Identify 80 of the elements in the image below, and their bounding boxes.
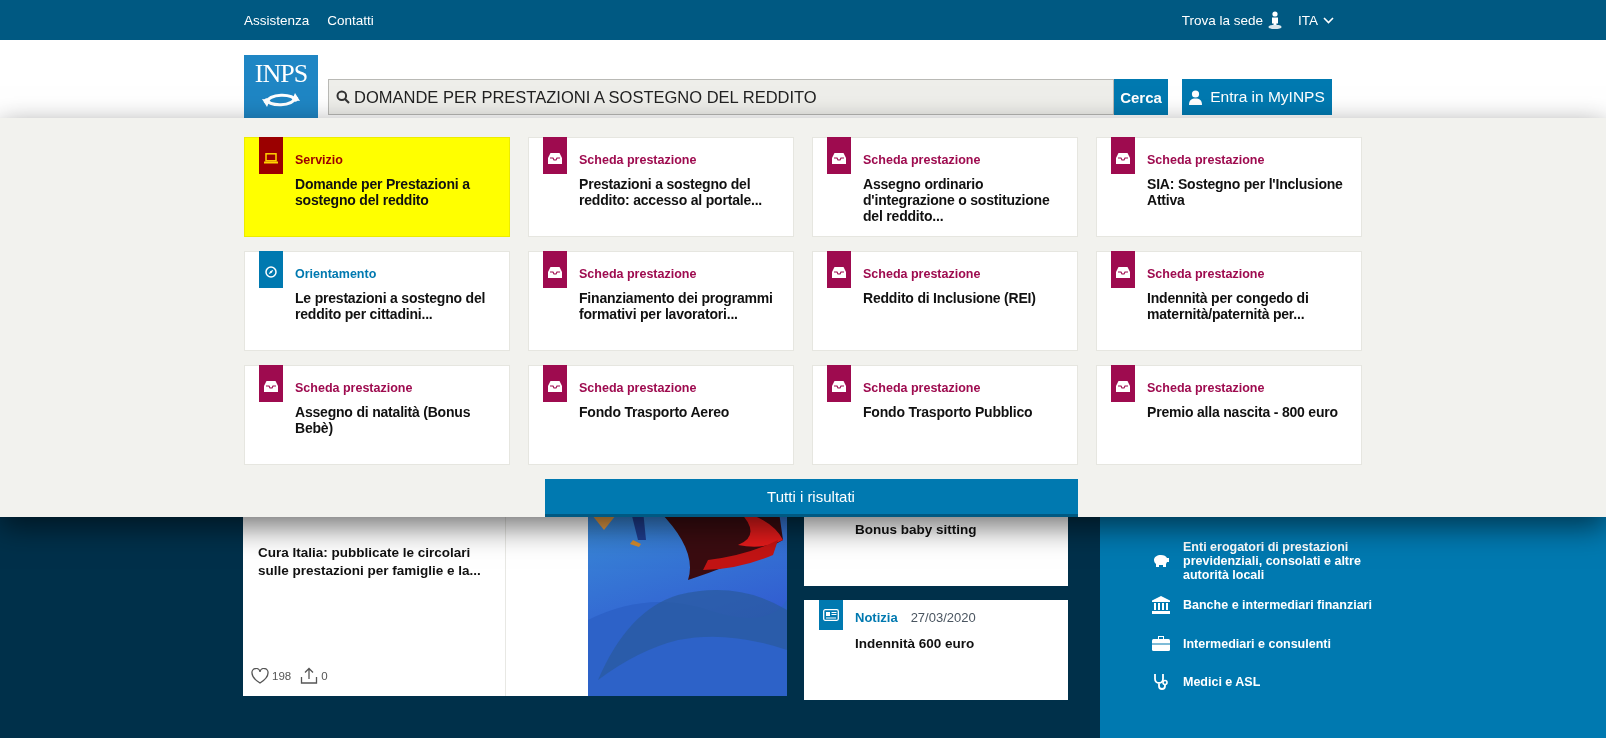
result-category: Scheda prestazione — [1147, 267, 1266, 281]
news-date: 27/03/2020 — [910, 610, 976, 625]
result-card[interactable]: Scheda prestazione Indennità per congedo di maternità/paternità per... — [1096, 251, 1362, 351]
tray-icon — [827, 251, 851, 288]
result-category: Scheda prestazione — [579, 153, 698, 167]
tray-icon — [827, 137, 851, 174]
all-results-button[interactable]: Tutti i risultati — [544, 479, 1078, 517]
result-title: Indennità per congedo di maternità/paternità per... — [1147, 290, 1310, 322]
piggy-bank-icon — [1151, 554, 1171, 568]
result-category: Scheda prestazione — [579, 267, 698, 281]
office-locator-link[interactable]: Trova la sede — [1181, 11, 1282, 29]
result-title: Fondo Trasporto Aereo — [579, 404, 730, 420]
tray-icon — [543, 365, 567, 402]
inps-logo[interactable]: INPS — [244, 55, 318, 118]
news-category: Notizia — [855, 610, 898, 625]
result-title: Finanziamento dei programmi formativi per lavoratori... — [579, 290, 774, 322]
result-card[interactable]: Scheda prestazione Fondo Trasporto Aereo — [528, 365, 794, 465]
result-card[interactable]: Scheda prestazione Assegno ordinario d'integrazione o sostituzione del reddito... — [812, 137, 1078, 237]
result-title: Le prestazioni a sostegno del reddito per cittadini... — [295, 290, 487, 322]
result-category: Servizio — [295, 153, 344, 167]
audience-link[interactable]: Medici e ASL — [1183, 675, 1383, 689]
news-title[interactable]: Indennità 600 euro — [855, 636, 1068, 651]
language-selector[interactable]: ITA — [1298, 12, 1334, 28]
tray-icon — [543, 137, 567, 174]
result-category: Scheda prestazione — [1147, 153, 1266, 167]
chevron-down-icon — [1323, 16, 1334, 24]
result-card[interactable]: Servizio Domande per Prestazioni a sostegno del reddito — [244, 137, 510, 237]
result-title: Fondo Trasporto Pubblico — [863, 404, 1033, 420]
user-icon — [1189, 89, 1203, 105]
tray-icon — [543, 251, 567, 288]
result-category: Scheda prestazione — [863, 267, 982, 281]
result-card[interactable]: Scheda prestazione Assegno di natalità (Bonus Bebè) — [244, 365, 510, 465]
result-title: Prestazioni a sostegno del reddito: accesso al portale... — [579, 176, 764, 208]
top-nav-link[interactable]: Assistenza — [244, 12, 310, 28]
top-nav-link[interactable]: Contatti — [327, 12, 374, 28]
news-title[interactable]: Bonus baby sitting — [855, 522, 1068, 537]
person-pin-icon — [1268, 11, 1282, 29]
audience-link[interactable]: Banche e intermediari finanziari — [1183, 598, 1383, 612]
audience-link[interactable]: Enti erogatori di prestazioni previdenziali, consolati e altre autorità locali — [1183, 540, 1383, 582]
result-title: SIA: Sostegno per l'Inclusione Attiva — [1147, 176, 1344, 208]
news-card[interactable]: Notizia 27/03/2020 Indennità 600 euro — [804, 600, 1068, 700]
result-category: Scheda prestazione — [1147, 381, 1266, 395]
result-title: Premio alla nascita - 800 euro — [1147, 404, 1338, 420]
result-title: Domande per Prestazioni a sostegno del reddito — [295, 176, 471, 208]
result-card[interactable]: Scheda prestazione Reddito di Inclusione (REI) — [812, 251, 1078, 351]
laptop-icon — [259, 137, 283, 174]
heart-icon[interactable] — [251, 667, 269, 684]
share-count: 0 — [321, 669, 328, 682]
result-card[interactable]: Scheda prestazione Prestazioni a sostegno del reddito: accesso al portale... — [528, 137, 794, 237]
result-card[interactable]: Scheda prestazione Finanziamento dei programmi formativi per lavoratori... — [528, 251, 794, 351]
news-title[interactable]: Cura Italia: pubblicate le circolari sulle prestazioni per famiglie e la... — [258, 544, 495, 580]
briefcase-icon — [1151, 636, 1171, 651]
result-category: Scheda prestazione — [863, 153, 982, 167]
result-card[interactable]: Scheda prestazione Fondo Trasporto Pubblico — [812, 365, 1078, 465]
tray-icon — [259, 365, 283, 402]
result-card[interactable]: Scheda prestazione Premio alla nascita - 800 euro — [1096, 365, 1362, 465]
result-title: Reddito di Inclusione (REI) — [863, 290, 1036, 306]
search-field[interactable]: DOMANDE PER PRESTAZIONI A SOSTEGNO DEL REDDITO — [328, 79, 1114, 115]
result-category: Scheda prestazione — [863, 381, 982, 395]
stethoscope-icon — [1151, 673, 1171, 691]
bank-icon — [1151, 596, 1171, 614]
tray-icon — [1111, 137, 1135, 174]
tray-icon — [827, 365, 851, 402]
compass-icon — [259, 251, 283, 288]
result-card[interactable]: Orientamento Le prestazioni a sostegno del reddito per cittadini... — [244, 251, 510, 351]
newspaper-icon — [819, 600, 843, 630]
login-button[interactable]: Entra in MyINPS — [1182, 79, 1332, 115]
search-icon — [336, 90, 350, 104]
tray-icon — [1111, 365, 1135, 402]
tray-icon — [1111, 251, 1135, 288]
result-category: Orientamento — [295, 267, 378, 281]
search-button[interactable]: Cerca — [1114, 79, 1168, 115]
like-count: 198 — [272, 669, 292, 682]
result-category: Scheda prestazione — [579, 381, 698, 395]
result-title: Assegno ordinario d'integrazione o sostituzione del reddito... — [863, 176, 1051, 224]
result-title: Assegno di natalità (Bonus Bebè) — [295, 404, 472, 436]
result-card[interactable]: Scheda prestazione SIA: Sostegno per l'Inclusione Attiva — [1096, 137, 1362, 237]
result-category: Scheda prestazione — [295, 381, 414, 395]
share-icon[interactable] — [300, 667, 319, 684]
audience-link[interactable]: Intermediari e consulenti — [1183, 636, 1383, 651]
